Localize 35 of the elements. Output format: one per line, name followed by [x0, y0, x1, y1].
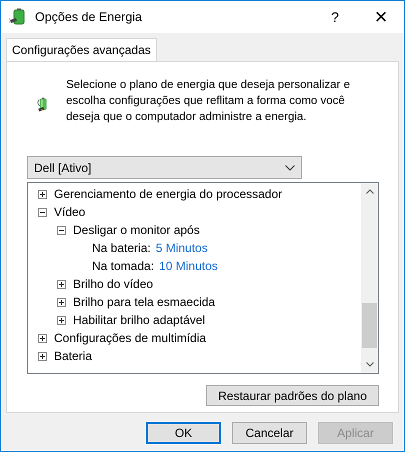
expand-icon[interactable]: [57, 280, 66, 288]
scroll-thumb[interactable]: [362, 303, 377, 348]
collapse-icon[interactable]: [57, 226, 66, 234]
tree-item[interactable]: Gerenciamento de energia do processador: [54, 187, 282, 201]
setting-label: Na bateria:: [92, 241, 151, 255]
plan-dropdown[interactable]: Dell [Ativo]: [27, 156, 302, 179]
expand-icon[interactable]: [57, 298, 66, 306]
help-button[interactable]: ?: [312, 1, 358, 33]
description-text: Selecione o plano de energia que deseja personalizar e escolha configurações que reflitam a forma como você deseja que o computador administre a energia.: [66, 78, 351, 125]
dialog-button[interactable]: OK: [146, 422, 221, 444]
tree-item[interactable]: Brilho do vídeo: [73, 277, 154, 291]
scrollbar[interactable]: [361, 183, 378, 373]
dialog-button[interactable]: Cancelar: [232, 422, 307, 444]
tree-item[interactable]: Desligar o monitor após: [73, 223, 200, 237]
setting-value-link[interactable]: 5 Minutos: [156, 241, 208, 255]
scroll-up-icon[interactable]: [366, 189, 374, 194]
expand-icon[interactable]: [38, 190, 47, 198]
tree-item[interactable]: Habilitar brilho adaptável: [73, 313, 206, 327]
tab[interactable]: Configurações avançadas: [6, 38, 157, 61]
scroll-down-icon[interactable]: [366, 362, 374, 367]
chevron-down-icon: [285, 164, 295, 170]
battery-plug-icon: [9, 8, 27, 26]
setting-value-link[interactable]: 10 Minutos: [159, 259, 218, 273]
expand-icon[interactable]: [38, 334, 47, 342]
expand-icon[interactable]: [57, 316, 66, 324]
tree-item[interactable]: Configurações de multimídia: [54, 331, 206, 345]
close-button[interactable]: ×: [358, 1, 404, 33]
tree-item[interactable]: Bateria: [54, 349, 92, 363]
restore-defaults-button[interactable]: Restaurar padrões do plano: [206, 385, 379, 406]
window-title: Opções de Energia: [35, 10, 144, 24]
collapse-icon[interactable]: [38, 208, 47, 216]
expand-icon[interactable]: [38, 352, 47, 360]
setting-label: Na tomada:: [92, 259, 154, 273]
tree-item[interactable]: Brilho para tela esmaecida: [73, 295, 216, 309]
tree-item[interactable]: Vídeo: [54, 205, 86, 219]
